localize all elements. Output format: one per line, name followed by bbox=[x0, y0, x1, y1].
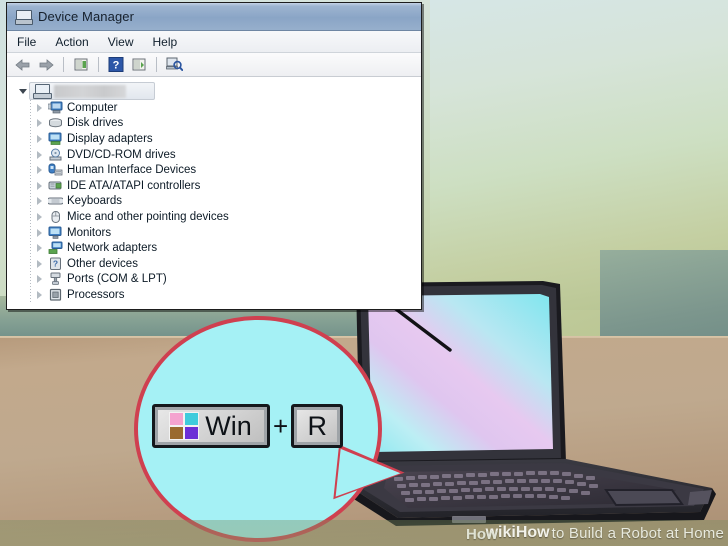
windows-logo-icon bbox=[169, 412, 200, 440]
chevron-right-icon[interactable] bbox=[35, 290, 45, 300]
chevron-right-icon[interactable] bbox=[35, 274, 45, 284]
tree-item-display-adapters[interactable]: Display adapters bbox=[18, 131, 421, 147]
display-adapter-icon bbox=[48, 132, 63, 146]
tree-root-node[interactable] bbox=[18, 82, 421, 100]
tree-item-label: Processors bbox=[67, 288, 125, 301]
tree-item-label: Computer bbox=[67, 101, 118, 114]
tree-item-label: Ports (COM & LPT) bbox=[67, 273, 167, 286]
tree-item-label: Keyboards bbox=[67, 195, 122, 208]
ide-controller-icon bbox=[48, 179, 63, 193]
tree-item-dvd-drives[interactable]: DVD/CD-ROM drives bbox=[18, 147, 421, 163]
chevron-right-icon[interactable] bbox=[35, 150, 45, 160]
mouse-icon bbox=[48, 210, 63, 224]
menu-item-view[interactable]: View bbox=[107, 35, 135, 49]
tree-children: Computer Disk drives Display adapters DV… bbox=[18, 100, 421, 303]
port-icon bbox=[48, 272, 63, 286]
wikihow-overlap-text: How bbox=[466, 526, 498, 543]
menu-item-action[interactable]: Action bbox=[54, 35, 89, 49]
properties-icon[interactable] bbox=[71, 55, 91, 74]
chevron-right-icon[interactable] bbox=[35, 118, 45, 128]
toolbar-separator bbox=[98, 57, 99, 72]
tree-item-label: Human Interface Devices bbox=[67, 164, 197, 177]
chevron-right-icon[interactable] bbox=[35, 165, 45, 175]
back-arrow-icon[interactable] bbox=[13, 55, 33, 74]
windows-key-label: Win bbox=[205, 410, 252, 441]
tree-item-other-devices[interactable]: ? Other devices bbox=[18, 256, 421, 272]
tree-item-label: Display adapters bbox=[67, 132, 153, 145]
window-titlebar[interactable]: Device Manager bbox=[7, 3, 421, 31]
tree-item-keyboards[interactable]: Keyboards bbox=[18, 194, 421, 210]
computer-name-redacted bbox=[54, 84, 126, 98]
chevron-right-icon[interactable] bbox=[35, 103, 45, 113]
device-tree-panel[interactable]: Computer Disk drives Display adapters DV… bbox=[7, 77, 421, 309]
tree-item-monitors[interactable]: Monitors bbox=[18, 225, 421, 241]
help-icon[interactable]: ? bbox=[106, 55, 126, 74]
toolbar-separator bbox=[63, 57, 64, 72]
update-driver-icon[interactable] bbox=[129, 55, 149, 74]
tree-item-label: Network adapters bbox=[67, 242, 158, 255]
chevron-right-icon[interactable] bbox=[35, 196, 45, 206]
tree-item-network-adapters[interactable]: Network adapters bbox=[18, 240, 421, 256]
tree-item-label: Mice and other pointing devices bbox=[67, 210, 229, 223]
tree-item-label: IDE ATA/ATAPI controllers bbox=[67, 179, 201, 192]
computer-icon bbox=[33, 84, 52, 99]
chevron-right-icon[interactable] bbox=[35, 259, 45, 269]
tree-item-label: Disk drives bbox=[67, 117, 124, 130]
processor-icon bbox=[48, 288, 63, 302]
dvd-drive-icon bbox=[48, 148, 63, 162]
tree-item-mice[interactable]: Mice and other pointing devices bbox=[18, 209, 421, 225]
network-adapter-icon bbox=[48, 241, 63, 255]
menu-bar[interactable]: File Action View Help bbox=[7, 31, 421, 53]
menu-item-file[interactable]: File bbox=[16, 35, 37, 49]
keyboard-shortcut-group: Win + R bbox=[152, 404, 344, 448]
svg-text:?: ? bbox=[113, 60, 120, 72]
plus-separator: + bbox=[273, 411, 289, 441]
tree-item-ports[interactable]: Ports (COM & LPT) bbox=[18, 272, 421, 288]
svg-text:?: ? bbox=[53, 258, 58, 268]
chevron-down-icon[interactable] bbox=[18, 86, 28, 96]
tree-item-label: Monitors bbox=[67, 226, 112, 239]
chevron-right-icon[interactable] bbox=[35, 243, 45, 253]
tree-item-processors[interactable]: Processors bbox=[18, 287, 421, 303]
disk-drive-icon bbox=[48, 116, 63, 130]
windows-key[interactable]: Win bbox=[152, 404, 270, 448]
tree-item-ide-controllers[interactable]: IDE ATA/ATAPI controllers bbox=[18, 178, 421, 194]
window-title: Device Manager bbox=[38, 9, 135, 24]
hid-icon bbox=[48, 163, 63, 177]
tree-item-hid[interactable]: Human Interface Devices bbox=[18, 162, 421, 178]
toolbar-separator bbox=[156, 57, 157, 72]
tree-item-label: Other devices bbox=[67, 257, 138, 270]
tree-item-disk-drives[interactable]: Disk drives bbox=[18, 116, 421, 132]
chevron-right-icon[interactable] bbox=[35, 181, 45, 191]
computer-icon bbox=[15, 9, 33, 25]
device-manager-window[interactable]: Device Manager File Action View Help ? C… bbox=[6, 2, 422, 310]
chevron-right-icon[interactable] bbox=[35, 228, 45, 238]
callout-tail bbox=[335, 448, 403, 504]
keyboard-icon bbox=[46, 194, 65, 208]
r-key-label: R bbox=[307, 410, 327, 441]
r-key[interactable]: R bbox=[291, 404, 344, 448]
other-device-icon: ? bbox=[48, 257, 63, 271]
tree-item-label: DVD/CD-ROM drives bbox=[67, 148, 176, 161]
monitor-icon bbox=[48, 226, 63, 240]
forward-arrow-icon[interactable] bbox=[36, 55, 56, 74]
shortcut-callout: Win + R bbox=[130, 312, 410, 546]
tree-root-selected[interactable] bbox=[29, 82, 155, 100]
computer-icon bbox=[47, 101, 63, 115]
tree-item-computer[interactable]: Computer bbox=[18, 100, 421, 116]
menu-item-help[interactable]: Help bbox=[152, 35, 179, 49]
scan-hardware-icon[interactable] bbox=[164, 55, 184, 74]
screenshot-root: Win + R Device Manager File Action View … bbox=[0, 0, 728, 546]
chevron-right-icon[interactable] bbox=[35, 212, 45, 222]
chevron-right-icon[interactable] bbox=[35, 134, 45, 144]
toolbar[interactable]: ? bbox=[7, 53, 421, 77]
device-tree[interactable]: Computer Disk drives Display adapters DV… bbox=[8, 77, 421, 303]
